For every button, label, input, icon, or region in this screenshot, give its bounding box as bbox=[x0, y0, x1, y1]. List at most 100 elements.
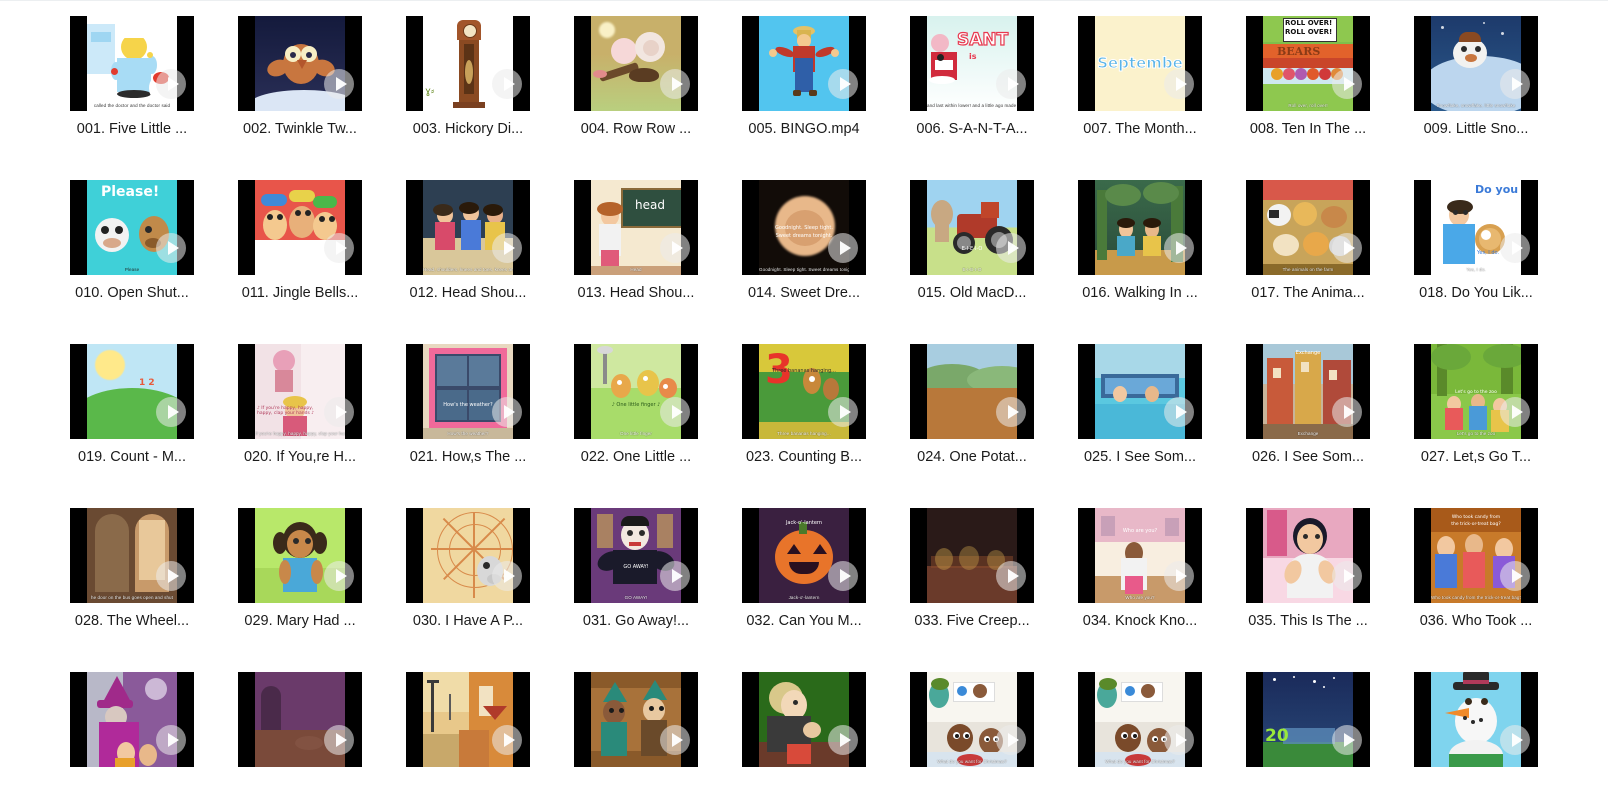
file-grid-item[interactable]: The animals on the farm 017. The Anima... bbox=[1224, 172, 1392, 336]
video-thumbnail[interactable]: called the doctor and the doctor said bbox=[70, 16, 194, 111]
video-thumbnail[interactable]: Do you Yes, I do. Yes, I do. bbox=[1414, 180, 1538, 275]
play-icon[interactable] bbox=[492, 725, 522, 755]
file-grid-item[interactable]: Snowflake, snowflake, little snowflake 00… bbox=[1392, 8, 1560, 172]
play-icon[interactable] bbox=[996, 397, 1026, 427]
file-grid-item[interactable]: Head, shoulders, knees and toes, knees a… bbox=[384, 172, 552, 336]
play-icon[interactable] bbox=[1332, 233, 1362, 263]
file-grid-item[interactable]: 3 Three bananas hanging... Three bananas h… bbox=[720, 336, 888, 500]
play-icon[interactable] bbox=[324, 725, 354, 755]
video-thumbnail[interactable]: head Head bbox=[574, 180, 698, 275]
play-icon[interactable] bbox=[1164, 69, 1194, 99]
play-icon[interactable] bbox=[1500, 561, 1530, 591]
video-thumbnail[interactable] bbox=[910, 508, 1034, 603]
file-grid-item[interactable]: Goodnight. Sleep tight. Sweet dreams toni… bbox=[720, 172, 888, 336]
video-thumbnail[interactable] bbox=[238, 508, 362, 603]
video-thumbnail[interactable] bbox=[574, 16, 698, 111]
video-thumbnail[interactable]: E-I-E-I-O E-I-E-I-O bbox=[910, 180, 1034, 275]
play-icon[interactable] bbox=[996, 725, 1026, 755]
play-icon[interactable] bbox=[492, 233, 522, 263]
file-grid-item[interactable]: Do you Yes, I do. Yes, I do. 018. Do You Li… bbox=[1392, 172, 1560, 336]
file-grid-item[interactable]: 005. BINGO.mp4 bbox=[720, 8, 888, 172]
video-thumbnail[interactable]: 1 2 bbox=[70, 344, 194, 439]
video-thumbnail[interactable] bbox=[910, 344, 1034, 439]
play-icon[interactable] bbox=[156, 233, 186, 263]
file-grid-item[interactable]: 004. Row Row ... bbox=[552, 8, 720, 172]
play-icon[interactable] bbox=[1500, 69, 1530, 99]
video-thumbnail[interactable]: GO AWAY! GO AWAY! bbox=[574, 508, 698, 603]
file-grid-item[interactable]: ♪ If you're happy, happy, happy, clap you… bbox=[216, 336, 384, 500]
video-thumbnail[interactable]: Goodnight. Sleep tight. Sweet dreams toni… bbox=[742, 180, 866, 275]
play-icon[interactable] bbox=[492, 561, 522, 591]
file-grid-item[interactable]: called the doctor and the doctor said 001… bbox=[48, 8, 216, 172]
play-icon[interactable] bbox=[1500, 725, 1530, 755]
play-icon[interactable] bbox=[156, 561, 186, 591]
play-icon[interactable] bbox=[660, 397, 690, 427]
video-thumbnail[interactable] bbox=[1078, 344, 1202, 439]
file-grid-item[interactable]: Jack-o'-lantern Jack-o'-lantern 032. Can Y… bbox=[720, 500, 888, 664]
file-grid-item[interactable]: Septembe 007. The Month... bbox=[1056, 8, 1224, 172]
file-grid-item[interactable]: 025. I See Som... bbox=[1056, 336, 1224, 500]
video-thumbnail[interactable]: ♪ One little finger ♪ One little finger bbox=[574, 344, 698, 439]
video-thumbnail[interactable]: ♪ If you're happy, happy, happy, clap you… bbox=[238, 344, 362, 439]
play-icon[interactable] bbox=[1332, 725, 1362, 755]
file-grid-item[interactable]: 030. I Have A P... bbox=[384, 500, 552, 664]
file-grid-item[interactable] bbox=[48, 664, 216, 785]
video-thumbnail[interactable]: What do you want for Christmas? bbox=[1078, 672, 1202, 767]
file-grid-item[interactable]: ROLL OVER! ROLL OVER! BEARS Roll over, roll… bbox=[1224, 8, 1392, 172]
video-thumbnail[interactable] bbox=[70, 672, 194, 767]
video-thumbnail[interactable]: Who are you? Who are you? bbox=[1078, 508, 1202, 603]
video-thumbnail[interactable] bbox=[406, 672, 530, 767]
file-grid-item[interactable] bbox=[384, 664, 552, 785]
play-icon[interactable] bbox=[1332, 69, 1362, 99]
video-thumbnail[interactable] bbox=[574, 672, 698, 767]
play-icon[interactable] bbox=[828, 233, 858, 263]
video-thumbnail[interactable]: 20 bbox=[1246, 672, 1370, 767]
video-thumbnail[interactable]: SANT is and last within lower! and a littl… bbox=[910, 16, 1034, 111]
video-thumbnail[interactable]: Head, shoulders, knees and toes, knees a… bbox=[406, 180, 530, 275]
play-icon[interactable] bbox=[324, 561, 354, 591]
video-thumbnail[interactable]: The animals on the farm bbox=[1246, 180, 1370, 275]
video-thumbnail[interactable] bbox=[238, 16, 362, 111]
file-grid-item[interactable]: What do you want for Christmas? bbox=[888, 664, 1056, 785]
file-grid-item[interactable]: he door on the bus goes open and shut 028… bbox=[48, 500, 216, 664]
file-grid-item[interactable] bbox=[720, 664, 888, 785]
play-icon[interactable] bbox=[996, 233, 1026, 263]
file-grid-item[interactable]: ɣ⸗ 003. Hickory Di... bbox=[384, 8, 552, 172]
file-grid-item[interactable]: 011. Jingle Bells... bbox=[216, 172, 384, 336]
file-grid-item[interactable]: 1 2 019. Count - M... bbox=[48, 336, 216, 500]
file-grid-item[interactable]: 029. Mary Had ... bbox=[216, 500, 384, 664]
video-thumbnail[interactable] bbox=[1078, 180, 1202, 275]
play-icon[interactable] bbox=[1164, 725, 1194, 755]
file-grid-item[interactable]: Please! Please 010. Open Shut... bbox=[48, 172, 216, 336]
play-icon[interactable] bbox=[1332, 397, 1362, 427]
play-icon[interactable] bbox=[828, 397, 858, 427]
play-icon[interactable] bbox=[156, 397, 186, 427]
video-thumbnail[interactable]: Who took candy from the trick-or-treat ba… bbox=[1414, 508, 1538, 603]
play-icon[interactable] bbox=[1164, 397, 1194, 427]
file-grid-item[interactable]: SANT is and last within lower! and a littl… bbox=[888, 8, 1056, 172]
play-icon[interactable] bbox=[660, 233, 690, 263]
play-icon[interactable] bbox=[156, 69, 186, 99]
file-grid-item[interactable]: head Head 013. Head Shou... bbox=[552, 172, 720, 336]
video-thumbnail[interactable]: Exchange Exchange bbox=[1246, 344, 1370, 439]
play-icon[interactable] bbox=[1500, 233, 1530, 263]
play-icon[interactable] bbox=[1164, 233, 1194, 263]
video-thumbnail[interactable] bbox=[742, 16, 866, 111]
video-thumbnail[interactable]: ROLL OVER! ROLL OVER! BEARS Roll over, roll… bbox=[1246, 16, 1370, 111]
video-thumbnail[interactable] bbox=[238, 180, 362, 275]
video-thumbnail[interactable] bbox=[1414, 672, 1538, 767]
play-icon[interactable] bbox=[492, 69, 522, 99]
file-grid-item[interactable]: 016. Walking In ... bbox=[1056, 172, 1224, 336]
video-thumbnail[interactable] bbox=[742, 672, 866, 767]
video-thumbnail[interactable]: Please! Please bbox=[70, 180, 194, 275]
file-grid-item[interactable]: 20 bbox=[1224, 664, 1392, 785]
video-thumbnail[interactable]: Septembe bbox=[1078, 16, 1202, 111]
play-icon[interactable] bbox=[828, 725, 858, 755]
play-icon[interactable] bbox=[660, 561, 690, 591]
file-grid-item[interactable] bbox=[1392, 664, 1560, 785]
play-icon[interactable] bbox=[828, 561, 858, 591]
file-grid-item[interactable]: GO AWAY! GO AWAY! 031. Go Away!... bbox=[552, 500, 720, 664]
file-grid-item[interactable]: 033. Five Creep... bbox=[888, 500, 1056, 664]
video-thumbnail[interactable] bbox=[1246, 508, 1370, 603]
play-icon[interactable] bbox=[660, 725, 690, 755]
